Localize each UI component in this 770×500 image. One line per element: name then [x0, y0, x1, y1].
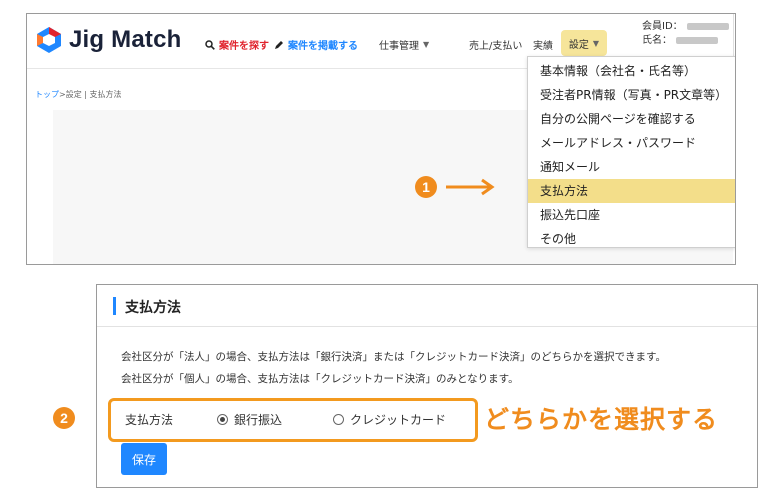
member-id-row: 会員ID：	[642, 20, 729, 34]
member-name-label: 氏名：	[642, 35, 672, 46]
menu-item-other[interactable]: その他	[528, 227, 735, 251]
logo-text[interactable]: Jig Match	[69, 26, 181, 54]
nav-work-label: 仕事管理	[379, 41, 419, 52]
pencil-icon	[275, 40, 283, 49]
settings-dropdown-menu: 基本情報（会社名・氏名等） 受注者PR情報（写真・PR文章等） 自分の公開ページ…	[527, 56, 735, 251]
breadcrumb-home-link[interactable]: トップ	[35, 90, 59, 99]
menu-item-bank-account[interactable]: 振込先口座	[528, 203, 735, 227]
nav-search-jobs[interactable]: 案件を探す	[205, 37, 269, 52]
section-accent-bar	[113, 297, 116, 315]
nav-settings-label: 設定	[568, 39, 589, 51]
menu-item-notification-email[interactable]: 通知メール	[528, 155, 735, 179]
nav-search-label: 案件を探す	[219, 41, 269, 52]
save-button[interactable]: 保存	[121, 443, 167, 475]
nav-work-management[interactable]: 仕事管理 ▼	[379, 37, 429, 52]
payment-section-header: 支払方法	[97, 285, 757, 327]
search-icon	[205, 39, 215, 50]
member-id-label: 会員ID：	[642, 21, 683, 32]
top-screenshot: Jig Match 案件を探す 案件を掲載する 仕事管理 ▼ 売上/支払い 実績…	[26, 13, 736, 265]
description-individual: 会社区分が「個人」の場合、支払方法は「クレジットカード決済」のみとなります。	[121, 373, 519, 385]
menu-item-basic-info[interactable]: 基本情報（会社名・氏名等）	[528, 59, 735, 83]
page-title: 支払方法	[125, 300, 181, 316]
menu-item-email-password[interactable]: メールアドレス・パスワード	[528, 131, 735, 155]
description-corporate: 会社区分が「法人」の場合、支払方法は「銀行決済」または「クレジットカード決済」の…	[121, 351, 666, 363]
nav-sales-payments[interactable]: 売上/支払い	[469, 37, 522, 52]
breadcrumb: トップ>設定 | 支払方法	[35, 89, 121, 100]
step-2-marker: 2	[53, 407, 75, 429]
arrow-right-icon	[446, 178, 495, 196]
nav-results-label: 実績	[533, 41, 553, 52]
member-name-row: 氏名：	[642, 34, 729, 48]
redacted-member-name	[676, 36, 718, 44]
nav-results[interactable]: 実績	[533, 37, 553, 52]
breadcrumb-current: >設定 | 支払方法	[59, 90, 122, 99]
member-info: 会員ID： 氏名：	[642, 20, 729, 48]
chevron-down-icon: ▼	[592, 38, 600, 48]
bottom-screenshot: 支払方法 会社区分が「法人」の場合、支払方法は「銀行決済」または「クレジットカー…	[96, 284, 758, 488]
menu-item-pr-info[interactable]: 受注者PR情報（写真・PR文章等）	[528, 83, 735, 107]
menu-item-public-page[interactable]: 自分の公開ページを確認する	[528, 107, 735, 131]
callout-text: どちらかを選択する	[484, 405, 719, 434]
redacted-member-id	[686, 22, 729, 30]
chevron-down-icon: ▼	[423, 40, 430, 49]
nav-settings[interactable]: 設定 ▼	[561, 30, 607, 56]
selection-highlight-box	[108, 398, 478, 442]
nav-sales-label: 売上/支払い	[469, 41, 523, 52]
nav-post-job[interactable]: 案件を掲載する	[274, 37, 358, 52]
nav-post-label: 案件を掲載する	[288, 41, 358, 52]
step-1-marker: 1	[415, 176, 437, 198]
menu-item-payment-method[interactable]: 支払方法	[528, 179, 735, 203]
logo-icon	[37, 27, 61, 53]
